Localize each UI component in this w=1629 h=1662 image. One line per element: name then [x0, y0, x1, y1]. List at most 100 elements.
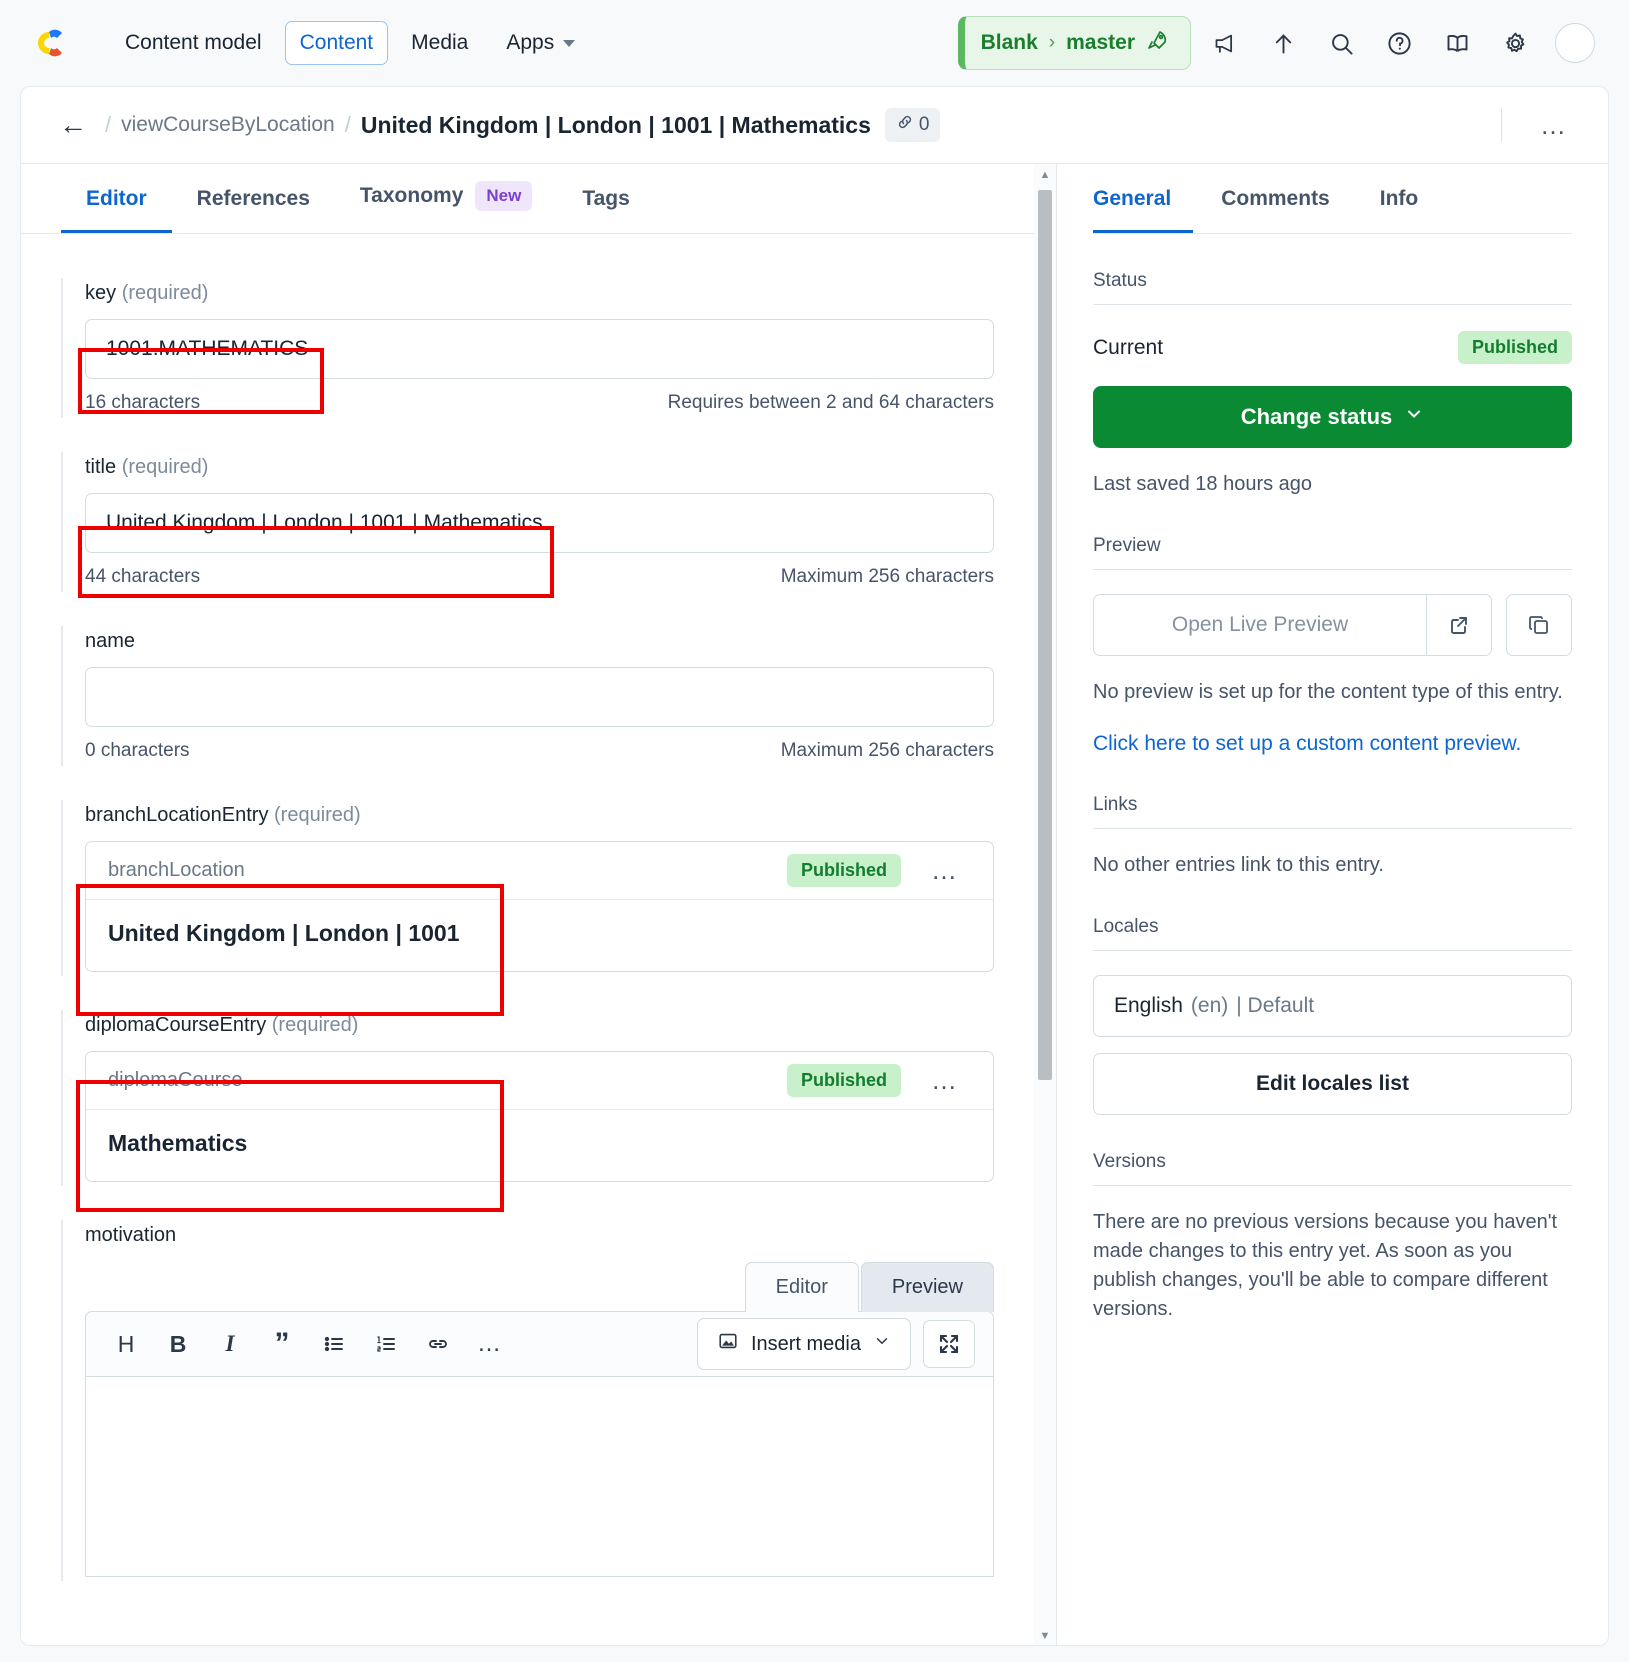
- external-link-icon[interactable]: [1426, 594, 1492, 656]
- field-name-name: name: [85, 630, 136, 652]
- gear-icon[interactable]: [1491, 19, 1539, 67]
- chevron-down-icon: [1404, 404, 1424, 430]
- branch-location-reference-card[interactable]: branchLocation Published … United Kingdo…: [85, 841, 994, 972]
- status-section-heading: Status: [1093, 270, 1572, 305]
- environment-selector[interactable]: Blank › master: [957, 16, 1191, 70]
- locale-current[interactable]: English (en) | Default: [1093, 975, 1572, 1038]
- tab-editor-label: Editor: [86, 187, 147, 210]
- title-input[interactable]: United Kingdom | London | 1001 | Mathema…: [85, 493, 994, 553]
- last-saved-text: Last saved 18 hours ago: [1093, 473, 1313, 495]
- sidebar-tab-bar: General Comments Info: [1093, 164, 1572, 234]
- branch-location-card-actions: Published …: [786, 853, 971, 888]
- sidebar-tab-comments[interactable]: Comments: [1221, 187, 1352, 233]
- breadcrumb-parent-link[interactable]: viewCourseByLocation: [121, 113, 335, 137]
- status-current-label: Current: [1093, 335, 1164, 359]
- book-icon[interactable]: [1433, 19, 1481, 67]
- sidebar-tab-general[interactable]: General: [1093, 187, 1194, 233]
- rich-text-toolbar: H B I ” … Insert media: [85, 1311, 994, 1377]
- key-validation-hint: Requires between 2 and 64 characters: [667, 392, 994, 413]
- field-motivation-name: motivation: [85, 1224, 177, 1246]
- insert-media-button[interactable]: Insert media: [696, 1318, 911, 1370]
- link-icon[interactable]: [416, 1322, 460, 1366]
- locale-name: English: [1114, 994, 1183, 1018]
- name-input[interactable]: [85, 667, 994, 727]
- branch-location-card-body: United Kingdom | London | 1001: [86, 900, 993, 971]
- editor-scrollbar[interactable]: ▲ ▼: [1034, 164, 1056, 1645]
- branch-location-status-badge: Published: [786, 854, 901, 887]
- scrollbar-track[interactable]: ▲ ▼: [1034, 164, 1056, 1645]
- tab-editor[interactable]: Editor: [61, 187, 172, 233]
- arrow-up-icon[interactable]: [1259, 19, 1307, 67]
- primary-nav-items: Content model Content Media Apps: [110, 21, 590, 65]
- motivation-tab-editor[interactable]: Editor: [744, 1262, 859, 1312]
- scroll-up-arrow-icon[interactable]: ▲: [1034, 164, 1056, 186]
- user-avatar[interactable]: [1555, 23, 1595, 63]
- field-branch-location-entry: branchLocationEntry (required) branchLoc…: [61, 800, 994, 976]
- open-live-preview-button[interactable]: Open Live Preview: [1093, 594, 1426, 656]
- heading-icon[interactable]: H: [104, 1322, 148, 1366]
- field-title-name: title: [85, 456, 117, 478]
- field-diploma-course-label: diplomaCourseEntry (required): [85, 1014, 994, 1037]
- italic-icon[interactable]: I: [208, 1322, 252, 1366]
- sidebar-tab-info[interactable]: Info: [1380, 187, 1440, 233]
- scrollbar-thumb[interactable]: [1038, 190, 1052, 1080]
- nav-item-apps[interactable]: Apps: [491, 21, 590, 65]
- nav-item-media[interactable]: Media: [396, 21, 483, 65]
- back-arrow-icon[interactable]: ←: [51, 107, 95, 143]
- locale-default-label: | Default: [1236, 994, 1315, 1018]
- links-empty-note: No other entries link to this entry.: [1093, 854, 1384, 877]
- versions-section-heading: Versions: [1093, 1151, 1572, 1187]
- branch-location-more-button[interactable]: …: [919, 853, 971, 888]
- entry-link-count[interactable]: 0: [884, 108, 941, 142]
- preview-not-set-note: No preview is set up for the content typ…: [1093, 681, 1563, 703]
- breadcrumb-separator-2: /: [344, 112, 351, 137]
- diploma-course-card-body: Mathematics: [86, 1110, 993, 1181]
- versions-empty-note: There are no previous versions because y…: [1093, 1211, 1558, 1321]
- bullet-list-icon[interactable]: [312, 1322, 356, 1366]
- link-icon: [896, 113, 914, 137]
- branch-location-content-type: branchLocation: [108, 859, 245, 881]
- nav-item-content[interactable]: Content: [284, 21, 389, 65]
- field-editor-pane: Editor References Taxonomy New Tags key: [21, 164, 1034, 1645]
- field-branch-location-name: branchLocationEntry: [85, 804, 269, 826]
- entry-more-actions-button[interactable]: …: [1528, 108, 1580, 143]
- expand-icon[interactable]: [923, 1320, 975, 1368]
- edit-locales-list-button[interactable]: Edit locales list: [1093, 1053, 1572, 1116]
- search-icon[interactable]: [1317, 19, 1365, 67]
- copy-icon[interactable]: [1506, 594, 1572, 656]
- preview-controls: Open Live Preview: [1093, 594, 1572, 656]
- help-circle-icon[interactable]: [1375, 19, 1423, 67]
- tab-tags[interactable]: Tags: [557, 187, 654, 233]
- nav-item-content-model[interactable]: Content model: [110, 21, 277, 65]
- contentful-logo-icon[interactable]: [36, 22, 78, 64]
- field-name-label: name: [85, 630, 994, 653]
- env-separator: ›: [1048, 32, 1056, 53]
- numbered-list-icon[interactable]: [364, 1322, 408, 1366]
- more-options-icon[interactable]: …: [468, 1322, 512, 1366]
- name-char-count: 0 characters: [85, 740, 190, 761]
- tab-taxonomy[interactable]: Taxonomy New: [335, 181, 557, 233]
- motivation-rich-text-area[interactable]: [85, 1377, 994, 1577]
- change-status-button[interactable]: Change status: [1093, 386, 1572, 448]
- key-input[interactable]: 1001.MATHEMATICS: [85, 319, 994, 379]
- editor-body: Editor References Taxonomy New Tags key: [21, 164, 1608, 1645]
- chevron-down-icon: [873, 1332, 891, 1356]
- field-key: key (required) 1001.MATHEMATICS 16 chara…: [61, 278, 994, 418]
- tab-references[interactable]: References: [172, 187, 335, 233]
- tab-taxonomy-label: Taxonomy: [359, 184, 464, 207]
- tab-tags-label: Tags: [582, 187, 630, 210]
- setup-preview-link[interactable]: Click here to set up a custom content pr…: [1093, 729, 1572, 758]
- megaphone-icon[interactable]: [1201, 19, 1249, 67]
- quote-icon[interactable]: ”: [260, 1322, 304, 1366]
- bold-icon[interactable]: B: [156, 1322, 200, 1366]
- diploma-course-card-actions: Published …: [786, 1063, 971, 1098]
- diploma-course-more-button[interactable]: …: [919, 1063, 971, 1098]
- diploma-course-reference-card[interactable]: diplomaCourse Published … Mathematics: [85, 1051, 994, 1182]
- chevron-down-icon: [563, 39, 576, 47]
- motivation-tab-preview[interactable]: Preview: [860, 1262, 994, 1312]
- field-branch-location-label: branchLocationEntry (required): [85, 804, 994, 827]
- scroll-down-arrow-icon[interactable]: ▼: [1034, 1625, 1056, 1645]
- branch-location-card-header: branchLocation Published …: [86, 842, 993, 900]
- link-count-value: 0: [918, 114, 930, 135]
- field-key-label: key (required): [85, 282, 994, 305]
